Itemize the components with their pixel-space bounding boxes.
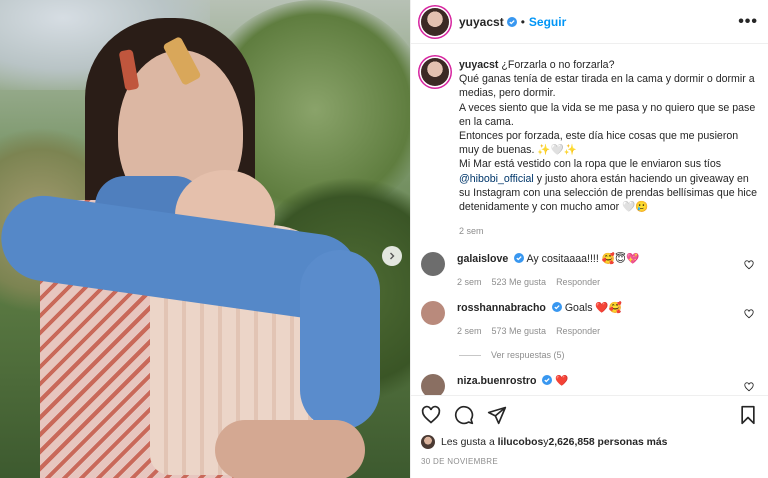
caption-line: A veces siento que la vida se me pasa y …: [459, 101, 756, 128]
comment-likes[interactable]: 523 Me gusta: [492, 277, 547, 287]
comment-text: Goals ❤️🥰: [564, 302, 622, 315]
next-photo-button[interactable]: [382, 246, 402, 266]
verified-icon: [506, 16, 517, 27]
caption-line: Qué ganas tenía de estar tirada en la ca…: [459, 73, 755, 100]
heart-icon[interactable]: [744, 382, 754, 392]
reply-button[interactable]: Responder: [556, 326, 600, 336]
post-date[interactable]: 30 DE NOVIEMBRE: [411, 451, 768, 478]
caption-avatar[interactable]: [421, 58, 449, 86]
commenter-username[interactable]: niza.buenrostro: [457, 375, 536, 387]
author-avatar[interactable]: [421, 7, 449, 36]
separator-dot: •: [520, 14, 525, 29]
caption-body: yuyacst ¿Forzarla o no forzarla? Qué gan…: [459, 58, 758, 238]
verified-icon: [551, 302, 562, 313]
view-replies-label: Ver respuestas (5): [491, 350, 565, 361]
post-actions: [411, 395, 768, 433]
likes-count[interactable]: 2,626,858 personas más: [548, 437, 667, 448]
heart-icon[interactable]: [744, 260, 754, 270]
caption-line: Mi Mar está vestido con la ropa que le e…: [459, 158, 722, 171]
bookmark-icon[interactable]: [738, 405, 758, 425]
caption-time[interactable]: 2 sem: [459, 224, 758, 238]
comment-item: niza.buenrostro ❤️: [421, 374, 758, 395]
follow-button[interactable]: Seguir: [529, 15, 566, 29]
post-side-panel: yuyacst • Seguir ••• yuyacst ¿Forzarla o…: [410, 0, 768, 478]
caption-mention[interactable]: @hibobi_official: [459, 173, 534, 185]
likes-summary: Les gusta a lilucobos y 2,626,858 person…: [411, 433, 768, 451]
liker-avatar[interactable]: [421, 435, 435, 449]
heart-icon[interactable]: [744, 309, 754, 319]
comment-time[interactable]: 2 sem: [457, 277, 482, 287]
comment-item: rosshannabracho Goals ❤️🥰 2 sem 573 Me g…: [421, 301, 758, 336]
comments-section: yuyacst ¿Forzarla o no forzarla? Qué gan…: [411, 44, 768, 395]
liker-username[interactable]: lilucobos: [498, 437, 544, 448]
reply-button[interactable]: Responder: [556, 277, 600, 287]
more-icon[interactable]: •••: [738, 13, 758, 31]
post-header: yuyacst • Seguir •••: [411, 0, 768, 44]
caption-username[interactable]: yuyacst: [459, 59, 498, 71]
comment-text: ❤️: [555, 375, 569, 388]
commenter-avatar[interactable]: [421, 252, 445, 277]
share-icon[interactable]: [487, 405, 507, 425]
verified-icon: [514, 253, 525, 264]
caption-line: Entonces por forzada, este día hice cosa…: [459, 130, 739, 157]
author-username[interactable]: yuyacst: [459, 15, 504, 29]
comment-time[interactable]: 2 sem: [457, 326, 482, 336]
caption: yuyacst ¿Forzarla o no forzarla? Qué gan…: [421, 58, 758, 238]
caption-line: ¿Forzarla o no forzarla?: [501, 59, 615, 71]
comment-item: galaislove Ay cositaaaa!!!! 🥰😇💖 2 sem 52…: [421, 252, 758, 287]
comment-icon[interactable]: [454, 405, 474, 425]
commenter-avatar[interactable]: [421, 301, 445, 326]
comment-likes[interactable]: 573 Me gusta: [492, 326, 547, 336]
commenter-username[interactable]: galaislove: [457, 253, 508, 265]
comment-text: Ay cositaaaa!!!! 🥰😇💖: [526, 253, 640, 266]
commenter-username[interactable]: rosshannabracho: [457, 302, 546, 314]
view-replies-button[interactable]: Ver respuestas (5): [459, 350, 758, 360]
commenter-avatar[interactable]: [421, 374, 445, 395]
chevron-right-icon: [390, 252, 395, 260]
post-viewer: yuyacst • Seguir ••• yuyacst ¿Forzarla o…: [0, 0, 768, 478]
heart-icon[interactable]: [421, 405, 441, 425]
post-photo: [0, 0, 410, 478]
verified-icon: [542, 375, 553, 386]
